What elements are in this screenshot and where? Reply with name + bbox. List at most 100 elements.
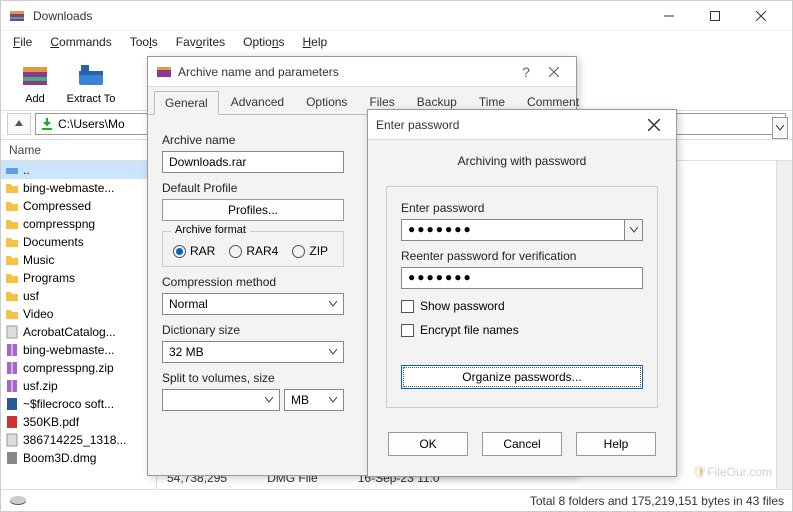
tab-advanced[interactable]: Advanced — [221, 91, 294, 114]
file-name: .. — [23, 163, 30, 177]
folder-icon — [5, 199, 19, 213]
titlebar: Downloads — [1, 1, 792, 31]
dictionary-combo[interactable]: 32 MB — [162, 341, 344, 363]
reenter-password-label: Reenter password for verification — [401, 249, 643, 263]
image-icon — [5, 433, 19, 447]
winrar-icon — [156, 64, 172, 80]
radio-zip[interactable]: ZIP — [292, 244, 328, 258]
radio-icon — [292, 245, 305, 258]
file-list[interactable]: .. bing-webmaste... Compressed compressp… — [1, 161, 156, 467]
up-arrow-icon — [13, 118, 25, 130]
menu-commands[interactable]: Commands — [42, 33, 119, 51]
file-row[interactable]: Documents — [1, 233, 156, 251]
file-row[interactable]: Music — [1, 251, 156, 269]
file-row[interactable]: AcrobatCatalog... — [1, 323, 156, 341]
folder-icon — [5, 253, 19, 267]
menu-favorites[interactable]: Favorites — [168, 33, 233, 51]
extract-icon — [75, 59, 107, 91]
tab-options[interactable]: Options — [296, 91, 357, 114]
archive-dialog-title: Archive name and parameters — [178, 65, 512, 79]
minimize-button[interactable] — [646, 1, 692, 31]
split-label: Split to volumes, size — [162, 371, 344, 385]
radio-icon — [173, 245, 186, 258]
password-dropdown-button[interactable] — [625, 219, 643, 241]
folder-icon — [5, 217, 19, 231]
chevron-down-icon — [329, 397, 337, 403]
chevron-down-icon — [329, 301, 337, 307]
extract-label: Extract To — [67, 93, 116, 105]
close-button[interactable] — [738, 1, 784, 31]
reenter-password-input[interactable]: ●●●●●●● — [401, 267, 643, 289]
file-row[interactable]: Boom3D.dmg — [1, 449, 156, 467]
radio-rar4[interactable]: RAR4 — [229, 244, 278, 258]
file-row[interactable]: compresspng.zip — [1, 359, 156, 377]
maximize-button[interactable] — [692, 1, 738, 31]
tab-general[interactable]: General — [154, 91, 219, 115]
enter-password-input[interactable]: ●●●●●●● — [401, 219, 625, 241]
pdf-icon — [5, 415, 19, 429]
statusbar: Total 8 folders and 175,219,151 bytes in… — [1, 489, 792, 511]
folder-icon — [5, 307, 19, 321]
split-size-combo[interactable] — [162, 389, 280, 411]
file-row[interactable]: 386714225_1318... — [1, 431, 156, 449]
dmg-icon — [5, 451, 19, 465]
show-password-checkbox[interactable]: Show password — [401, 299, 643, 313]
zip-icon — [5, 361, 19, 375]
archive-name-input[interactable]: Downloads.rar — [162, 151, 344, 173]
folder-icon — [5, 181, 19, 195]
file-row[interactable]: bing-webmaste... — [1, 179, 156, 197]
help-button[interactable]: Help — [576, 432, 656, 456]
checkbox-icon — [401, 324, 414, 337]
add-icon — [19, 59, 51, 91]
folder-icon — [5, 271, 19, 285]
menubar: File Commands Tools Favorites Options He… — [1, 31, 792, 53]
cancel-button[interactable]: Cancel — [482, 432, 562, 456]
menu-file[interactable]: File — [5, 33, 40, 51]
zip-icon — [5, 343, 19, 357]
file-row[interactable]: bing-webmaste... — [1, 341, 156, 359]
column-name[interactable]: Name — [1, 140, 151, 160]
password-group: Enter password ●●●●●●● Reenter password … — [386, 186, 658, 408]
dialog-close-button[interactable] — [540, 58, 568, 86]
add-button[interactable]: Add — [7, 55, 63, 109]
ok-button[interactable]: OK — [388, 432, 468, 456]
profiles-button[interactable]: Profiles... — [162, 199, 344, 221]
radio-rar[interactable]: RAR — [173, 244, 215, 258]
vertical-scrollbar[interactable] — [776, 161, 792, 489]
file-row[interactable]: compresspng — [1, 215, 156, 233]
word-icon — [5, 397, 19, 411]
password-dialog-titlebar: Enter password — [368, 110, 676, 140]
archive-name-label: Archive name — [162, 133, 344, 147]
chevron-down-icon — [630, 227, 638, 233]
file-row[interactable]: Video — [1, 305, 156, 323]
organize-passwords-button[interactable]: Organize passwords... — [401, 365, 643, 389]
file-row[interactable]: Compressed — [1, 197, 156, 215]
folder-icon — [5, 289, 19, 303]
window-title: Downloads — [33, 9, 646, 23]
password-dialog: Enter password Archiving with password E… — [367, 109, 677, 477]
split-unit-combo[interactable]: MB — [284, 389, 344, 411]
up-button[interactable] — [7, 113, 31, 135]
compression-combo[interactable]: Normal — [162, 293, 344, 315]
menu-options[interactable]: Options — [235, 33, 292, 51]
dialog-help-button[interactable]: ? — [512, 58, 540, 86]
file-row-up[interactable]: .. — [1, 161, 156, 179]
encrypt-names-checkbox[interactable]: Encrypt file names — [401, 323, 643, 337]
menu-help[interactable]: Help — [295, 33, 336, 51]
extract-button[interactable]: Extract To — [63, 55, 119, 109]
file-row[interactable]: 350KB.pdf — [1, 413, 156, 431]
folder-icon — [5, 235, 19, 249]
address-dropdown-button[interactable] — [772, 117, 788, 139]
chevron-down-icon — [776, 125, 784, 131]
file-row[interactable]: usf.zip — [1, 377, 156, 395]
menu-tools[interactable]: Tools — [122, 33, 166, 51]
dictionary-label: Dictionary size — [162, 323, 344, 337]
file-row[interactable]: usf — [1, 287, 156, 305]
radio-icon — [229, 245, 242, 258]
checkbox-icon — [401, 300, 414, 313]
file-row[interactable]: Programs — [1, 269, 156, 287]
column-headers: Name — [1, 139, 156, 161]
winrar-icon — [9, 8, 25, 24]
file-row[interactable]: ~$filecroco soft... — [1, 395, 156, 413]
dialog-close-button[interactable] — [640, 111, 668, 139]
